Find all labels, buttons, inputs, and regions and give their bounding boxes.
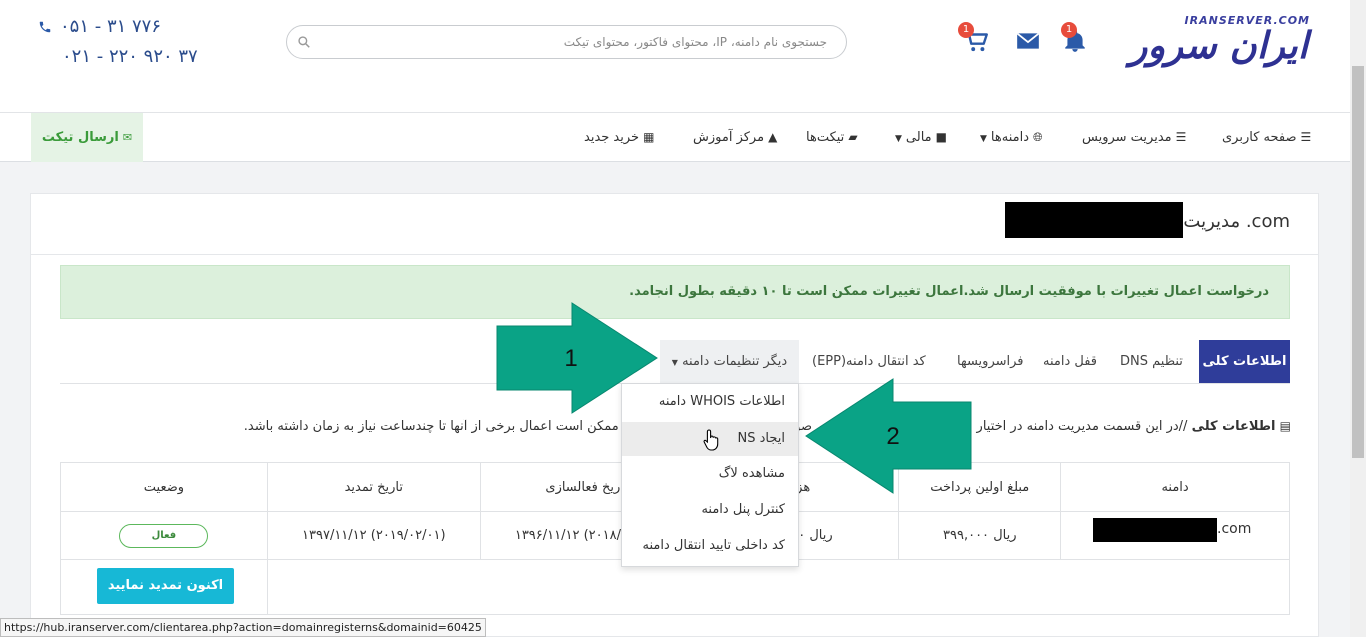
arrow-1-label: 1 bbox=[564, 345, 577, 372]
hand-cursor-icon bbox=[703, 429, 719, 451]
arrow-2-label: 2 bbox=[886, 423, 899, 450]
browser-viewport: IRANSERVER.COM ایران سرور 1 1 ۰۵۱ - ۳۱ ۷… bbox=[0, 0, 1366, 637]
browser-status-bar: https://hub.iranserver.com/clientarea.ph… bbox=[0, 618, 486, 637]
scrollbar-thumb[interactable] bbox=[1352, 66, 1364, 458]
tutorial-arrows: 1 2 bbox=[496, 302, 972, 494]
